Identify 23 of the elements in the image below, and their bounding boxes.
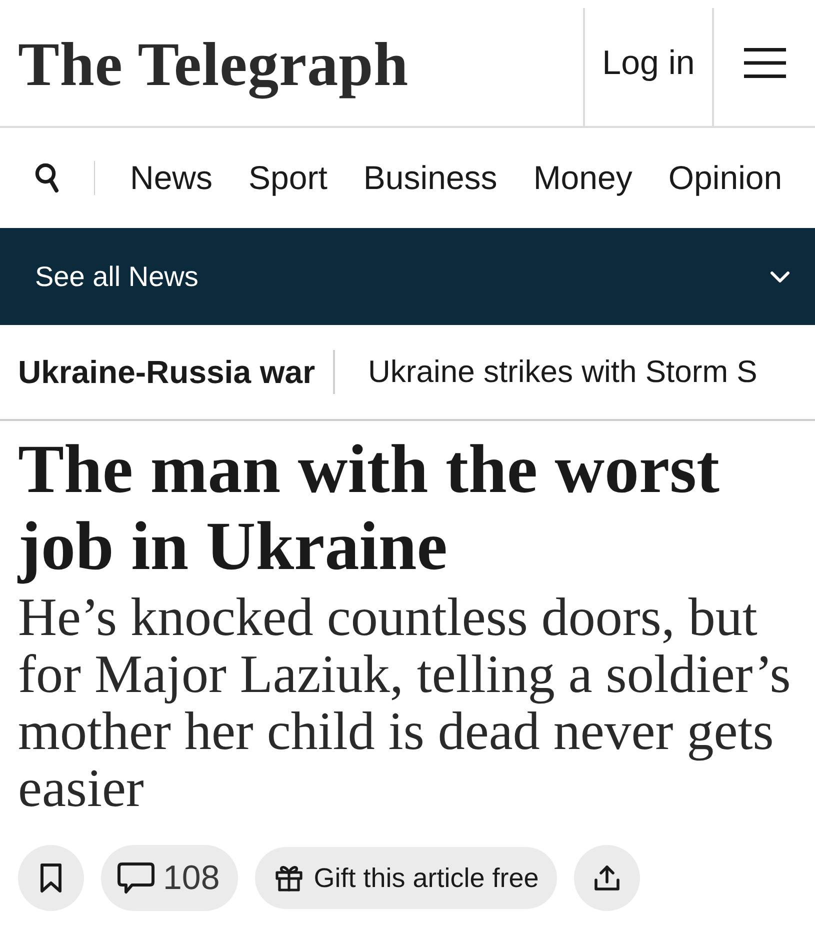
speech-bubble-icon: [117, 862, 155, 894]
nav-link[interactable]: Business: [363, 159, 498, 197]
telegraph-logo[interactable]: The Telegraph: [18, 30, 409, 100]
nav-link[interactable]: Sport: [248, 159, 328, 197]
share-icon: [592, 864, 621, 892]
comment-count: 108: [163, 858, 220, 898]
nav-link[interactable]: Opinion: [668, 159, 782, 197]
article-headline: The man with the worst job in Ukraine: [18, 431, 720, 585]
section-dropdown-label: See all News: [35, 260, 198, 292]
section-dropdown[interactable]: See all News: [0, 228, 815, 325]
article-standfirst: He’s knocked countless doors, but for Major Laziuk, telling a soldier’s mother her child is dead never gets easier: [18, 589, 792, 817]
comments-button[interactable]: 108: [101, 845, 238, 911]
bookmark-icon: [40, 863, 62, 893]
nav-link[interactable]: News: [130, 159, 213, 197]
gift-article-button[interactable]: Gift this article free: [254, 847, 557, 909]
gift-icon: [274, 864, 303, 892]
nav-link[interactable]: Money: [533, 159, 632, 197]
search-icon[interactable]: [35, 163, 59, 193]
login-button[interactable]: Log in: [583, 8, 712, 126]
related-story-link[interactable]: Ukraine strikes with Storm S: [368, 354, 758, 390]
topic-link[interactable]: Ukraine-Russia war: [18, 354, 316, 390]
menu-icon: [744, 48, 786, 78]
gift-label: Gift this article free: [314, 862, 539, 894]
